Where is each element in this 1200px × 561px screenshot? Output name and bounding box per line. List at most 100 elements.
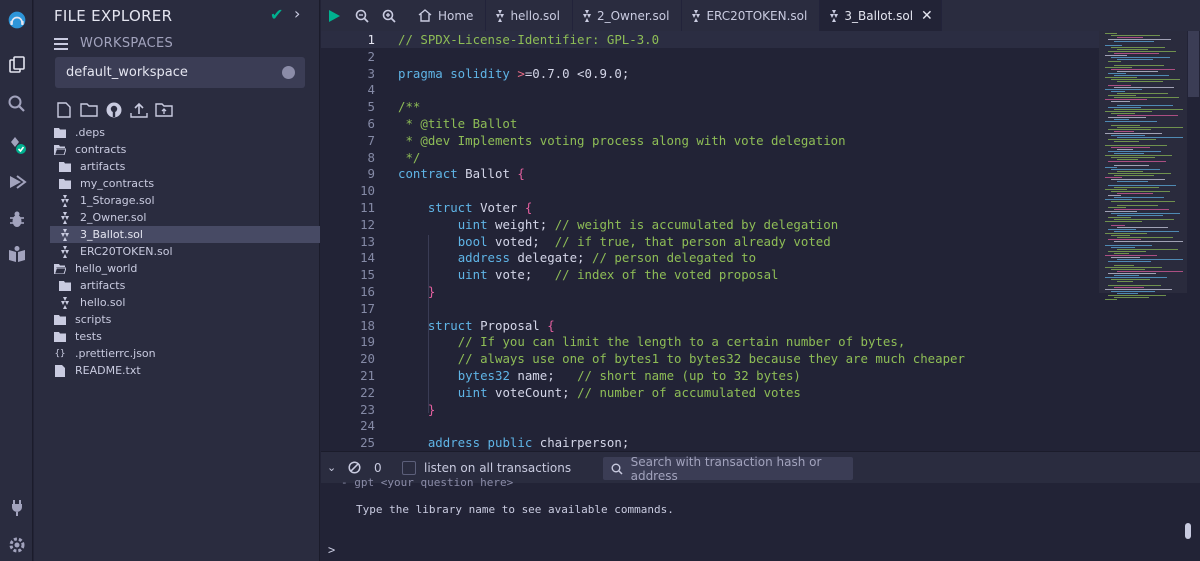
tx-search-input[interactable]: Search with transaction hash or address: [603, 455, 853, 483]
minimap-line: [1117, 205, 1158, 206]
code-line[interactable]: 7 * @dev Implements voting process along…: [321, 132, 1099, 149]
code-line[interactable]: 24: [321, 417, 1099, 434]
upload-folder-icon[interactable]: [154, 101, 173, 118]
workspace-select[interactable]: default_workspace: [55, 57, 305, 88]
debugger-icon[interactable]: [0, 205, 33, 235]
tree-item-folder[interactable]: scripts: [50, 311, 320, 328]
scrollbar-thumb[interactable]: [1188, 31, 1199, 97]
tab-2-owner-sol[interactable]: 2_Owner.sol: [573, 0, 683, 31]
code-line[interactable]: 15 uint vote; // index of the voted prop…: [321, 266, 1099, 283]
editor-tabs-bar: Home hello.sol 2_Owner.sol ERC20TOKEN.sol 3_…: [321, 0, 1200, 31]
code-line[interactable]: 14 address delegate; // person delegated…: [321, 249, 1099, 266]
terminal-prompt[interactable]: >: [328, 543, 335, 557]
code-line[interactable]: 11 struct Voter {: [321, 199, 1099, 216]
minimap-line: [1114, 109, 1183, 110]
tree-item-folder-open[interactable]: contracts: [50, 141, 320, 158]
code-line[interactable]: 8 */: [321, 149, 1099, 166]
tree-item-sol[interactable]: 3_Ballot.sol: [50, 226, 320, 243]
minimap-line: [1108, 51, 1176, 52]
tree-item-json[interactable]: {} .prettierrc.json: [50, 345, 320, 362]
chevron-down-icon[interactable]: ⌄: [327, 461, 341, 474]
remix-logo-icon[interactable]: [0, 2, 33, 38]
upload-file-icon[interactable]: [129, 101, 148, 118]
zoom-out-icon[interactable]: [348, 0, 375, 31]
panel-title: FILE EXPLORER: [54, 7, 173, 25]
code-line[interactable]: 12 uint weight; // weight is accumulated…: [321, 216, 1099, 233]
line-code: uint voteCount; // number of accumulated…: [457, 384, 801, 400]
code-line[interactable]: 21 bytes32 name; // short name (up to 32…: [321, 367, 1099, 384]
code-line[interactable]: 3 pragma solidity >=0.7.0 <0.9.0;: [321, 65, 1099, 82]
code-line[interactable]: 9 contract Ballot {: [321, 165, 1099, 182]
plugin-manager-icon[interactable]: [0, 492, 33, 522]
minimap-line: [1111, 69, 1175, 70]
minimap-line: [1111, 201, 1175, 202]
code-line[interactable]: 20 // always use one of bytes1 to bytes3…: [321, 350, 1099, 367]
minimap-line: [1108, 85, 1131, 86]
code-editor[interactable]: 1 // SPDX-License-Identifier: GPL-3.0 2 3 pr…: [321, 31, 1099, 451]
solidity-file-icon: [59, 228, 71, 241]
code-line[interactable]: 10: [321, 182, 1099, 199]
code-line[interactable]: 2: [321, 48, 1099, 65]
settings-gear-icon[interactable]: [0, 530, 33, 560]
code-line[interactable]: 5 /**: [321, 98, 1099, 115]
clear-console-icon[interactable]: [348, 461, 362, 475]
code-line[interactable]: 25 address public chairperson;: [321, 434, 1099, 451]
close-tab-icon[interactable]: ✕: [921, 8, 933, 24]
minimap[interactable]: [1099, 31, 1187, 451]
tree-item-label: scripts: [75, 313, 112, 326]
deploy-run-icon[interactable]: [0, 167, 33, 197]
folder-icon: [54, 331, 66, 343]
tree-item-file[interactable]: README.txt: [50, 362, 320, 379]
tree-item-folder[interactable]: artifacts: [50, 277, 320, 294]
line-code: uint vote; // index of the voted proposa…: [457, 267, 779, 283]
code-line[interactable]: 4: [321, 81, 1099, 98]
tree-item-sol[interactable]: ERC20TOKEN.sol: [50, 243, 320, 260]
code-line[interactable]: 17: [321, 300, 1099, 317]
tree-item-folder[interactable]: my_contracts: [50, 175, 320, 192]
code-line[interactable]: 6 * @title Ballot: [321, 115, 1099, 132]
tree-item-folder[interactable]: artifacts: [50, 158, 320, 175]
minimap-line: [1117, 137, 1183, 138]
terminal-scrollbar[interactable]: [1185, 523, 1191, 539]
folder-icon: [59, 178, 71, 190]
minimap-line: [1105, 111, 1152, 112]
editor-scrollbar[interactable]: [1187, 31, 1200, 451]
chevron-right-icon[interactable]: ›: [294, 4, 300, 23]
solidity-compiler-icon[interactable]: [0, 130, 33, 160]
zoom-in-icon[interactable]: [375, 0, 402, 31]
listen-checkbox[interactable]: [402, 460, 416, 475]
tab-erc20token-sol[interactable]: ERC20TOKEN.sol: [682, 0, 821, 31]
tab-3-ballot-sol[interactable]: 3_Ballot.sol ✕: [820, 0, 942, 31]
workspaces-label: WORKSPACES: [80, 36, 174, 51]
code-line[interactable]: 13 bool voted; // if true, that person a…: [321, 233, 1099, 250]
new-file-icon[interactable]: [54, 101, 73, 118]
terminal-output[interactable]: - gpt <your question here> Type the libr…: [321, 476, 1200, 561]
minimap-line: [1105, 177, 1122, 178]
code-line[interactable]: 23 }: [321, 401, 1099, 418]
tree-item-sol[interactable]: 1_Storage.sol: [50, 192, 320, 209]
minimap-line: [1111, 213, 1180, 214]
tab-home[interactable]: Home: [408, 0, 487, 31]
tree-item-folder[interactable]: .deps: [50, 124, 320, 141]
tree-item-sol[interactable]: 2_Owner.sol: [50, 209, 320, 226]
tab-hello-sol[interactable]: hello.sol: [486, 0, 573, 31]
tree-item-sol[interactable]: hello.sol: [50, 294, 320, 311]
tree-item-folder[interactable]: tests: [50, 328, 320, 345]
tree-item-label: 3_Ballot.sol: [80, 228, 143, 241]
code-line[interactable]: 22 uint voteCount; // number of accumula…: [321, 384, 1099, 401]
code-line[interactable]: 1 // SPDX-License-Identifier: GPL-3.0: [321, 31, 1099, 48]
code-line[interactable]: 19 // If you can limit the length to a c…: [321, 333, 1099, 350]
learneth-icon[interactable]: [0, 240, 33, 270]
run-script-icon[interactable]: [321, 0, 348, 31]
new-folder-icon[interactable]: [79, 101, 98, 118]
github-icon[interactable]: [104, 101, 123, 118]
hamburger-menu-icon[interactable]: [54, 37, 68, 50]
minimap-line: [1114, 131, 1134, 132]
tree-item-folder-open[interactable]: hello_world: [50, 260, 320, 277]
file-explorer-icon[interactable]: [0, 50, 33, 80]
code-line[interactable]: 18 struct Proposal {: [321, 317, 1099, 334]
code-line[interactable]: 16 }: [321, 283, 1099, 300]
minimap-line: [1111, 291, 1155, 292]
search-icon[interactable]: [0, 89, 33, 119]
minimap-line: [1105, 211, 1137, 212]
